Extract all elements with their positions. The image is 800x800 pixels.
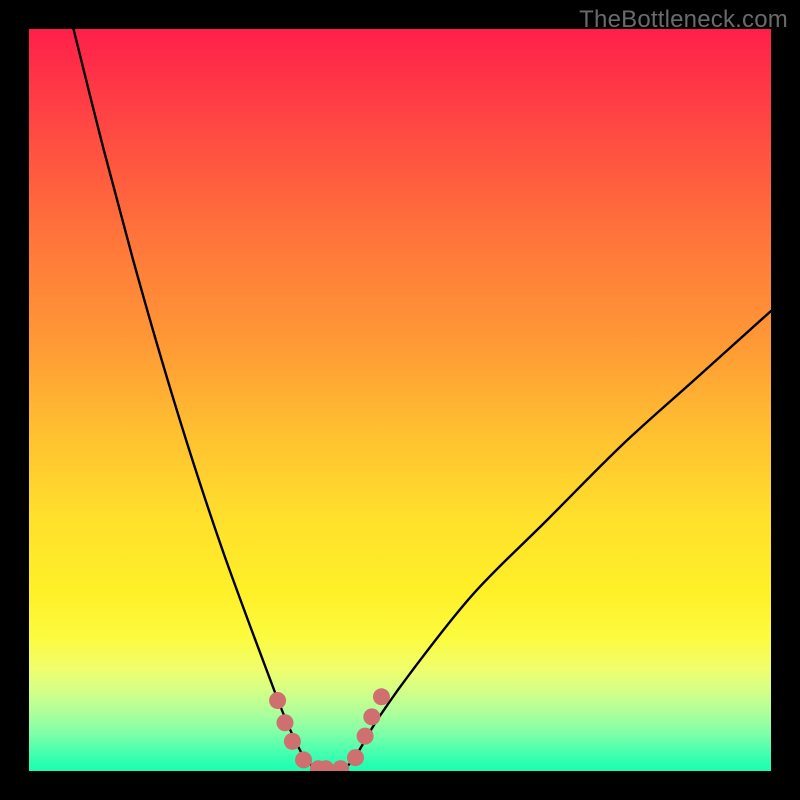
plot-area <box>29 29 771 771</box>
bottleneck-curve <box>74 29 771 771</box>
highlight-dot <box>332 760 349 771</box>
chart-stage: TheBottleneck.com <box>0 0 800 800</box>
highlight-dot <box>363 708 380 725</box>
highlight-dot <box>269 692 286 709</box>
highlight-dot <box>295 751 312 768</box>
highlight-dot <box>373 688 390 705</box>
curve-layer <box>29 29 771 771</box>
highlight-dot <box>276 714 293 731</box>
highlight-dot <box>357 728 374 745</box>
highlight-dot <box>284 733 301 750</box>
highlight-dot <box>347 749 364 766</box>
